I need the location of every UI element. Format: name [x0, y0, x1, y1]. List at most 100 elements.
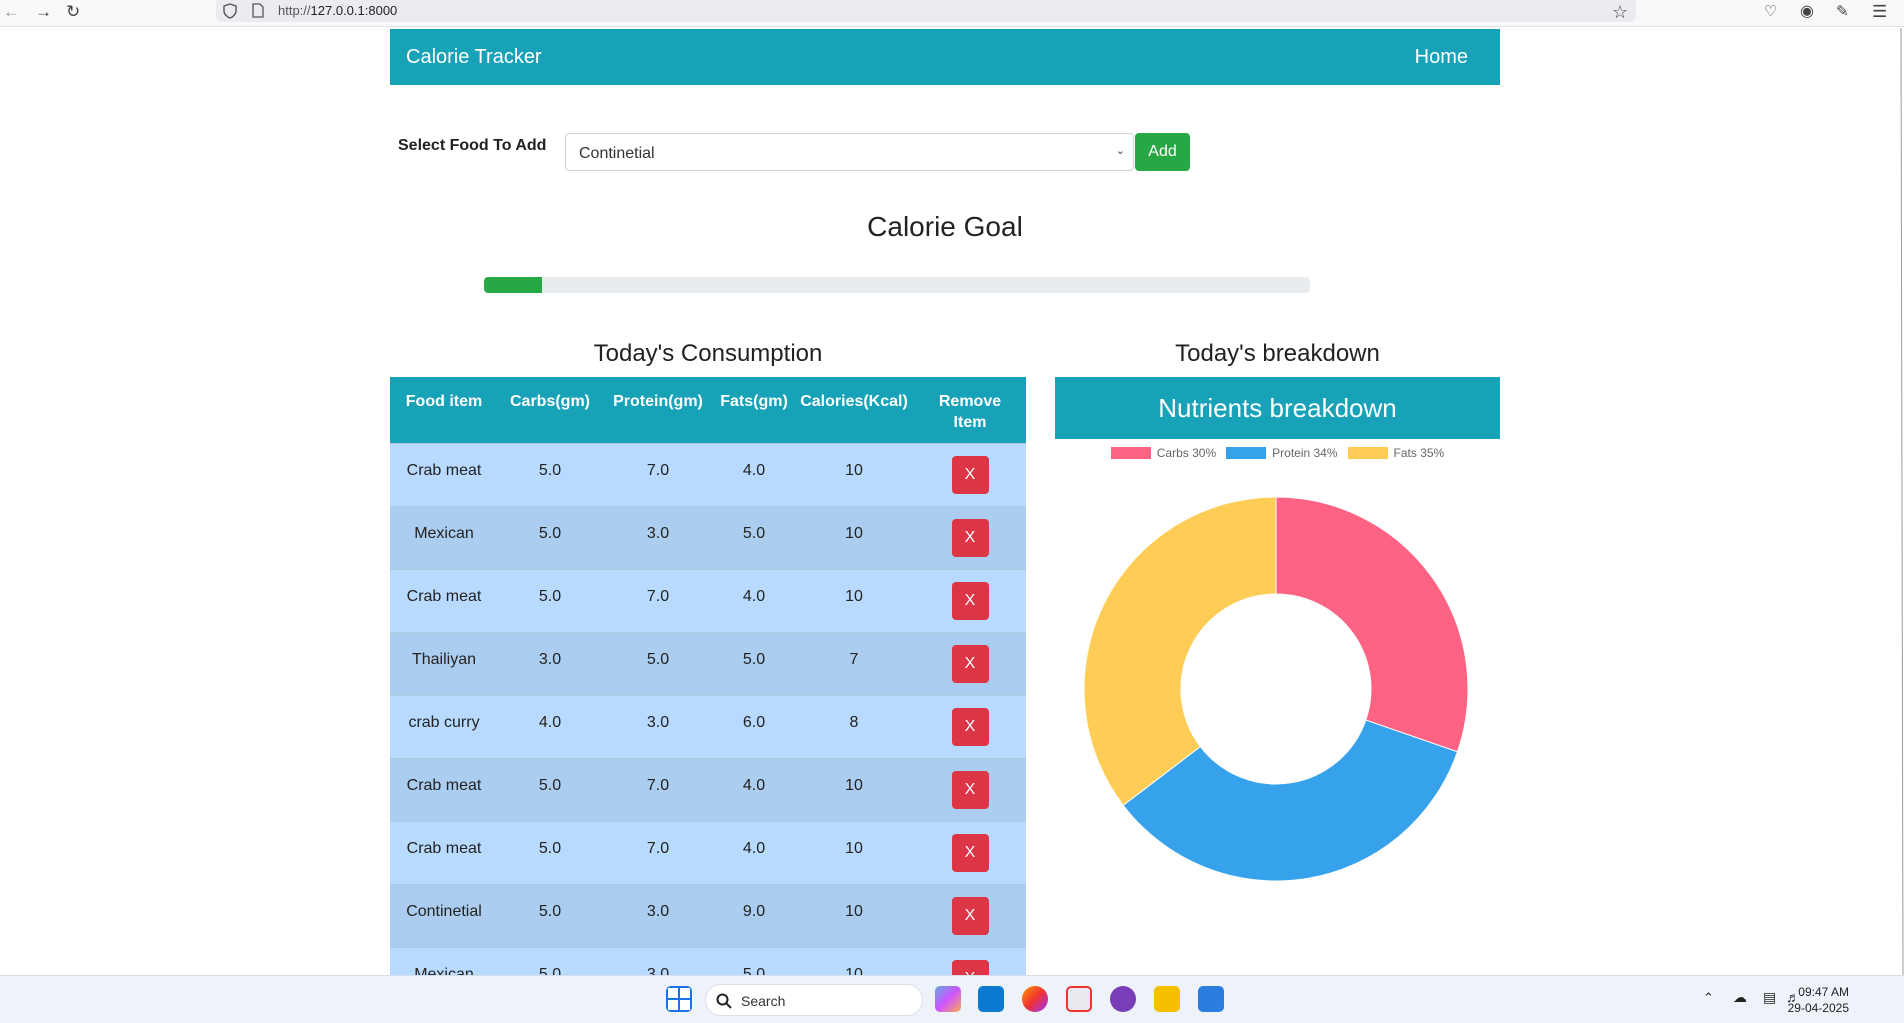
cell-carbs: 5.0	[498, 883, 602, 947]
cell-fats: 4.0	[714, 568, 794, 632]
cell-food-item: Thailiyan	[390, 631, 498, 695]
table-row: Continetial 5.0 3.0 9.0 10 X	[390, 883, 1026, 947]
remove-item-button[interactable]: X	[951, 644, 989, 683]
remove-item-button[interactable]: X	[951, 581, 989, 620]
cell-remove: X	[914, 631, 1026, 695]
cell-carbs: 5.0	[498, 820, 602, 884]
remove-item-button[interactable]: X	[951, 455, 989, 494]
star-icon[interactable]: ☆	[1612, 2, 1628, 22]
table-body: Crab meat 5.0 7.0 4.0 10 X Mexican 5.0 3.0 5.0 10 X…	[390, 442, 1026, 976]
cell-food-item: Mexican	[390, 946, 498, 976]
remove-item-button[interactable]: X	[951, 833, 989, 872]
remove-item-button[interactable]: X	[951, 959, 989, 976]
cell-food-item: Crab meat	[390, 757, 498, 821]
cell-protein: 7.0	[602, 820, 714, 884]
cell-protein: 7.0	[602, 442, 714, 506]
table-row: Crab meat 5.0 7.0 4.0 10 X	[390, 820, 1026, 884]
copilot-icon[interactable]	[935, 986, 961, 1012]
cell-fats: 6.0	[714, 694, 794, 758]
legend-swatch	[1110, 447, 1151, 459]
taskbar: Search ⌃ ☁ ▤ ♬ 09:47 AM 29-04-2025	[0, 975, 1904, 1023]
network-icon[interactable]: ▤	[1763, 989, 1776, 1006]
table-row: Crab meat 5.0 7.0 4.0 10 X	[390, 442, 1026, 506]
cell-fats: 4.0	[714, 820, 794, 884]
photos-icon[interactable]	[1198, 986, 1224, 1012]
cell-fats: 9.0	[714, 883, 794, 947]
cell-food-item: Crab meat	[390, 442, 498, 506]
cell-calories: 10	[794, 883, 914, 947]
home-link[interactable]: Home	[1415, 46, 1468, 69]
table-row: Mexican5.03.05.010X	[390, 946, 1026, 976]
snipping-tool-icon[interactable]	[1066, 986, 1092, 1012]
reload-icon[interactable]: ↻	[66, 2, 80, 22]
url-scheme: http://	[278, 3, 311, 18]
file-explorer-icon[interactable]	[1154, 986, 1180, 1012]
header-protein: Protein(gm)	[602, 377, 714, 443]
browser-toolbar: ← → ↻ http://127.0.0.1:8000 ☆ ♡ ◉ ✎ ☰	[0, 0, 1904, 27]
cell-carbs: 5.0	[498, 946, 602, 976]
pocket-icon[interactable]: ♡	[1764, 2, 1777, 22]
clock-time: 09:47 AM	[1798, 985, 1849, 999]
scrollbar[interactable]	[1898, 28, 1904, 976]
clock[interactable]: 09:47 AM 29-04-2025	[1788, 984, 1849, 1016]
address-bar[interactable]	[216, 0, 1636, 22]
cell-calories: 10	[794, 757, 914, 821]
vscode-icon[interactable]	[978, 986, 1004, 1012]
cell-carbs: 3.0	[498, 631, 602, 695]
legend-swatch	[1226, 447, 1267, 459]
cell-calories: 10	[794, 568, 914, 632]
add-button[interactable]: Add	[1135, 133, 1190, 171]
onedrive-icon[interactable]: ☁	[1733, 989, 1747, 1006]
cell-protein: 5.0	[602, 631, 714, 695]
cell-remove: X	[914, 694, 1026, 758]
chart-legend: Carbs 30% Protein 34% Fats 35%	[1055, 446, 1500, 460]
cell-remove: X	[914, 442, 1026, 506]
firefox-icon[interactable]	[1022, 986, 1048, 1012]
github-icon[interactable]	[1110, 986, 1136, 1012]
cell-food-item: Mexican	[390, 505, 498, 569]
remove-item-button[interactable]: X	[951, 707, 989, 746]
cell-fats: 5.0	[714, 631, 794, 695]
cell-fats: 5.0	[714, 505, 794, 569]
navbar: Calorie Tracker Home	[390, 29, 1500, 85]
remove-item-button[interactable]: X	[951, 770, 989, 809]
food-select[interactable]: Continetial ⌄	[565, 133, 1134, 171]
donut-slice-fats[interactable]	[1083, 496, 1277, 806]
legend-label: Fats 35%	[1393, 446, 1445, 460]
cell-protein: 7.0	[602, 568, 714, 632]
cell-food-item: Crab meat	[390, 568, 498, 632]
calorie-progress-fill	[484, 277, 542, 293]
legend-swatch	[1347, 447, 1388, 459]
cell-protein: 3.0	[602, 946, 714, 976]
legend-item[interactable]: Fats 35%	[1347, 446, 1445, 460]
cell-calories: 10	[794, 505, 914, 569]
web-page: Calorie Tracker Home Select Food To Add …	[0, 28, 1904, 976]
header-food-item: Food item	[390, 377, 498, 443]
legend-item[interactable]: Carbs 30%	[1110, 446, 1217, 460]
table-row: Crab meat 5.0 7.0 4.0 10 X	[390, 568, 1026, 632]
account-icon[interactable]: ◉	[1800, 2, 1814, 22]
food-select-value: Continetial	[579, 145, 655, 162]
chevron-up-icon[interactable]: ⌃	[1703, 990, 1714, 1006]
header-carbs: Carbs(gm)	[498, 377, 602, 443]
extensions-icon[interactable]: ✎	[1836, 2, 1849, 22]
taskbar-search[interactable]: Search	[705, 984, 923, 1016]
cell-food-item: Continetial	[390, 883, 498, 947]
legend-label: Carbs 30%	[1156, 446, 1217, 460]
back-arrow-icon[interactable]: ←	[3, 2, 20, 22]
consumption-table: Food item Carbs(gm) Protein(gm) Fats(gm)…	[390, 377, 1026, 976]
menu-icon[interactable]: ☰	[1872, 2, 1887, 22]
url-text: http://127.0.0.1:8000	[278, 3, 397, 18]
cell-food-item: crab curry	[390, 694, 498, 758]
clock-date: 29-04-2025	[1787, 1001, 1849, 1015]
forward-arrow-icon[interactable]: →	[35, 2, 52, 22]
windows-start-icon[interactable]	[666, 986, 692, 1012]
legend-item[interactable]: Protein 34%	[1226, 446, 1338, 460]
remove-item-button[interactable]: X	[951, 518, 989, 557]
donut-slice-carbs[interactable]	[1275, 496, 1469, 753]
table-row: Thailiyan 3.0 5.0 5.0 7 X	[390, 631, 1026, 695]
remove-item-button[interactable]: X	[951, 896, 989, 935]
page-icon	[252, 3, 264, 18]
cell-protein: 3.0	[602, 694, 714, 758]
brand-link[interactable]: Calorie Tracker	[406, 46, 542, 69]
